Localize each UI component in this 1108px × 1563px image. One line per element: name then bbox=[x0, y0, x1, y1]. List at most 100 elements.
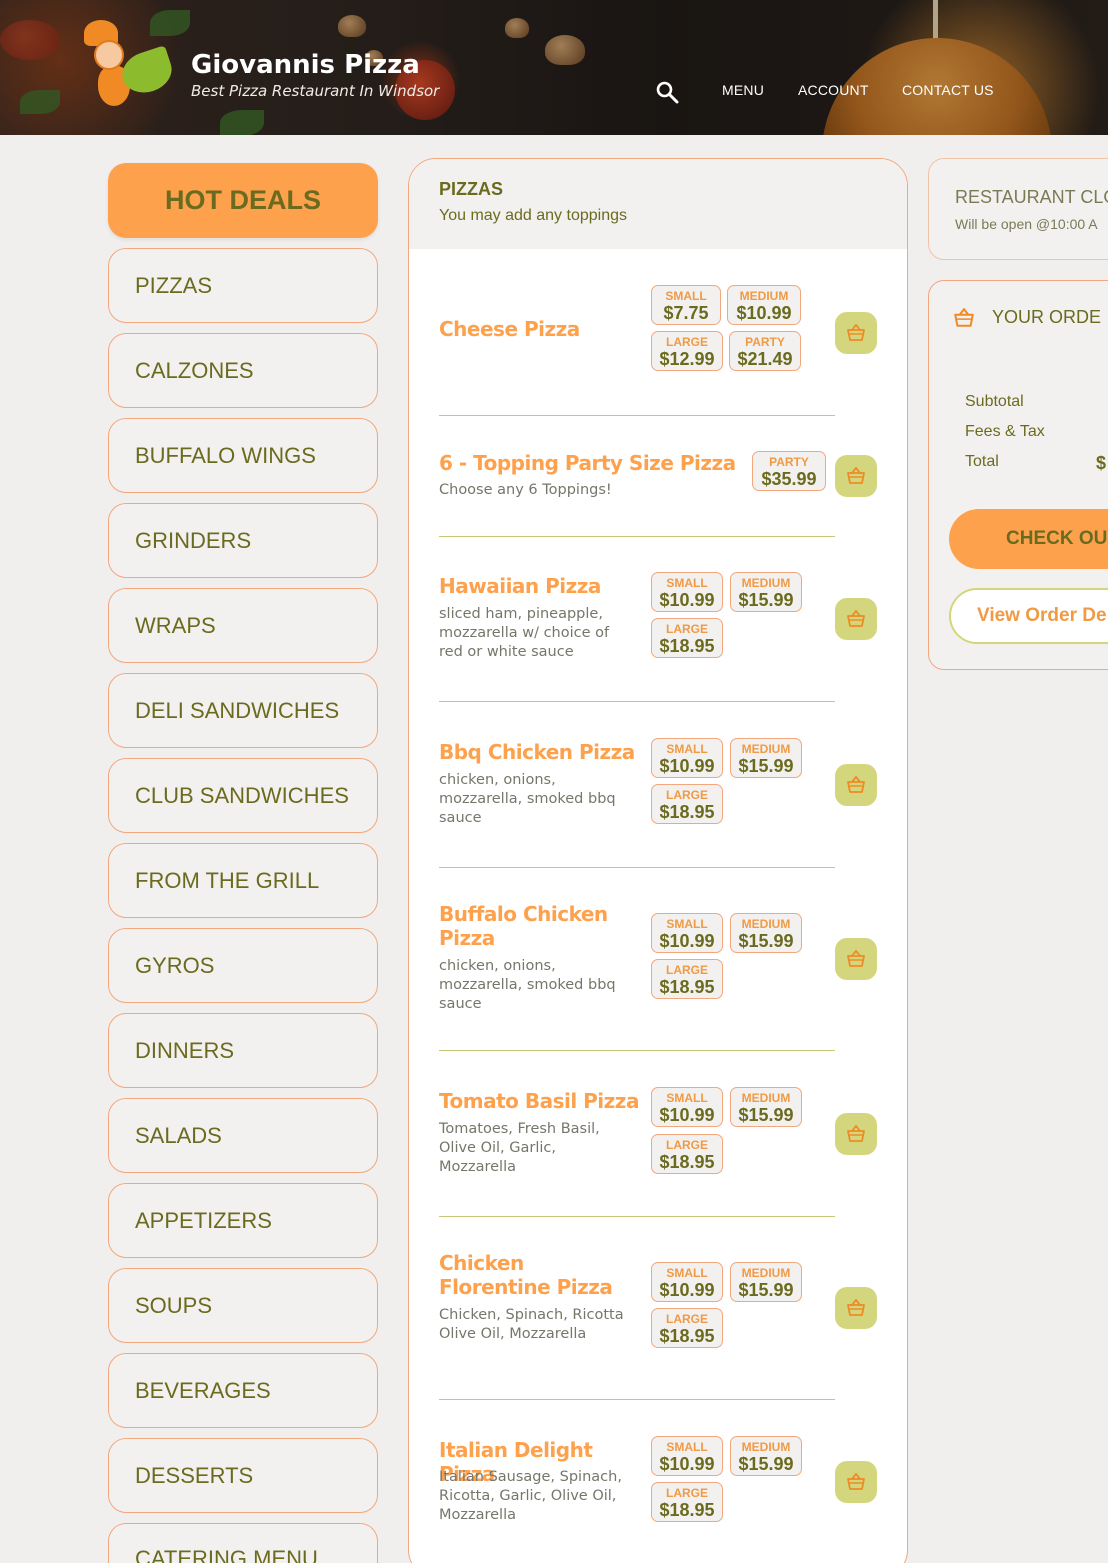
category-calzones[interactable]: CALZONES bbox=[108, 333, 378, 408]
basil-decoration bbox=[20, 90, 60, 114]
price-value: $10.99 bbox=[736, 303, 792, 323]
item-divider bbox=[439, 701, 835, 702]
price-option[interactable]: LARGE $18.95 bbox=[651, 1308, 723, 1348]
total-value: $ bbox=[1096, 453, 1107, 473]
price-value: $21.49 bbox=[737, 349, 793, 369]
category-gyros[interactable]: GYROS bbox=[108, 928, 378, 1003]
add-to-cart-button[interactable] bbox=[835, 455, 877, 497]
category-beverages[interactable]: BEVERAGES bbox=[108, 1353, 378, 1428]
view-order-details-button[interactable]: View Order De bbox=[949, 588, 1108, 644]
category-pizzas[interactable]: PIZZAS bbox=[108, 248, 378, 323]
menu-item-name[interactable]: Buffalo Chicken Pizza bbox=[439, 902, 619, 950]
price-size-label: MEDIUM bbox=[741, 1440, 791, 1454]
add-to-cart-button[interactable] bbox=[835, 1461, 877, 1503]
price-option[interactable]: SMALL $10.99 bbox=[651, 1087, 723, 1127]
basket-icon bbox=[847, 324, 865, 341]
brand-title[interactable]: Giovannis Pizza bbox=[191, 50, 420, 80]
price-size-label: LARGE bbox=[666, 1312, 708, 1326]
price-option[interactable]: PARTY $21.49 bbox=[729, 331, 801, 371]
price-size-label: SMALL bbox=[665, 289, 707, 303]
add-to-cart-button[interactable] bbox=[835, 1113, 877, 1155]
price-option[interactable]: MEDIUM $10.99 bbox=[727, 285, 801, 325]
menu-item-name[interactable]: 6 - Topping Party Size Pizza bbox=[439, 451, 749, 475]
nav-account[interactable]: ACCOUNT bbox=[798, 82, 869, 98]
category-soups[interactable]: SOUPS bbox=[108, 1268, 378, 1343]
fees-tax-label: Fees & Tax bbox=[965, 423, 1045, 440]
price-option[interactable]: SMALL $10.99 bbox=[651, 913, 723, 953]
menu-item-name[interactable]: Cheese Pizza bbox=[439, 317, 639, 341]
menu-item-name[interactable]: Bbq Chicken Pizza bbox=[439, 740, 639, 764]
price-size-label: SMALL bbox=[666, 1266, 708, 1280]
price-size-label: LARGE bbox=[666, 963, 708, 977]
nav-contact-us[interactable]: CONTACT US bbox=[902, 82, 994, 98]
price-value: $18.95 bbox=[659, 1152, 715, 1172]
price-option[interactable]: LARGE $18.95 bbox=[651, 1482, 723, 1522]
price-value: $15.99 bbox=[738, 1454, 794, 1474]
price-option[interactable]: MEDIUM $15.99 bbox=[730, 1436, 802, 1476]
category-from-the-grill[interactable]: FROM THE GRILL bbox=[108, 843, 378, 918]
basket-icon bbox=[847, 610, 865, 627]
price-value: $15.99 bbox=[738, 590, 794, 610]
item-divider bbox=[439, 1050, 835, 1051]
price-option[interactable]: MEDIUM $15.99 bbox=[730, 913, 802, 953]
menu-item-name[interactable]: Chicken Florentine Pizza bbox=[439, 1251, 629, 1299]
price-option[interactable]: LARGE $18.95 bbox=[651, 784, 723, 824]
menu-item-description: chicken, onions, mozzarella, smoked bbq … bbox=[439, 772, 616, 826]
checkout-button[interactable]: CHECK OU bbox=[949, 509, 1108, 569]
category-desserts[interactable]: DESSERTS bbox=[108, 1438, 378, 1513]
category-hot-deals[interactable]: HOT DEALS bbox=[108, 163, 378, 238]
category-wraps[interactable]: WRAPS bbox=[108, 588, 378, 663]
price-value: $15.99 bbox=[738, 756, 794, 776]
price-option[interactable]: LARGE $18.95 bbox=[651, 618, 723, 658]
menu-item-name[interactable]: Hawaiian Pizza bbox=[439, 574, 639, 598]
menu-item-name[interactable]: Tomato Basil Pizza bbox=[439, 1089, 639, 1113]
price-option[interactable]: LARGE $18.95 bbox=[651, 1134, 723, 1174]
price-size-label: SMALL bbox=[666, 742, 708, 756]
category-grinders[interactable]: GRINDERS bbox=[108, 503, 378, 578]
price-value: $18.95 bbox=[659, 1500, 715, 1520]
menu-item-description: Italian Sausage, Spinach, Ricotta, Garli… bbox=[439, 1469, 622, 1523]
price-option[interactable]: SMALL $10.99 bbox=[651, 738, 723, 778]
price-option[interactable]: SMALL $7.75 bbox=[651, 285, 721, 325]
price-value: $10.99 bbox=[659, 1105, 715, 1125]
price-option[interactable]: MEDIUM $15.99 bbox=[730, 1087, 802, 1127]
category-deli-sandwiches[interactable]: DELI SANDWICHES bbox=[108, 673, 378, 748]
category-dinners[interactable]: DINNERS bbox=[108, 1013, 378, 1088]
item-divider bbox=[439, 1399, 835, 1400]
price-option[interactable]: LARGE $12.99 bbox=[651, 331, 723, 371]
price-size-label: PARTY bbox=[745, 335, 785, 349]
menu-section-header: PIZZAS You may add any toppings bbox=[409, 159, 907, 249]
menu-item-description: Choose any 6 Toppings! bbox=[439, 482, 612, 498]
basket-icon bbox=[847, 1299, 865, 1316]
price-option[interactable]: LARGE $18.95 bbox=[651, 959, 723, 999]
add-to-cart-button[interactable] bbox=[835, 312, 877, 354]
basket-icon bbox=[847, 1125, 865, 1142]
category-salads[interactable]: SALADS bbox=[108, 1098, 378, 1173]
price-value: $18.95 bbox=[659, 636, 715, 656]
menu-item-description: Tomatoes, Fresh Basil, Olive Oil, Garlic… bbox=[439, 1121, 600, 1175]
status-subtitle: Will be open @10:00 A bbox=[955, 216, 1098, 232]
add-to-cart-button[interactable] bbox=[835, 598, 877, 640]
price-option[interactable]: PARTY $35.99 bbox=[752, 451, 826, 491]
add-to-cart-button[interactable] bbox=[835, 764, 877, 806]
category-buffalo-wings[interactable]: BUFFALO WINGS bbox=[108, 418, 378, 493]
price-value: $15.99 bbox=[738, 1280, 794, 1300]
price-option[interactable]: SMALL $10.99 bbox=[651, 1262, 723, 1302]
price-value: $10.99 bbox=[659, 756, 715, 776]
restaurant-logo[interactable] bbox=[78, 18, 177, 110]
nav-menu[interactable]: MENU bbox=[722, 82, 764, 98]
add-to-cart-button[interactable] bbox=[835, 938, 877, 980]
price-option[interactable]: MEDIUM $15.99 bbox=[730, 1262, 802, 1302]
category-appetizers[interactable]: APPETIZERS bbox=[108, 1183, 378, 1258]
search-icon[interactable] bbox=[655, 80, 679, 104]
order-title: YOUR ORDE bbox=[992, 307, 1102, 327]
subtotal-label: Subtotal bbox=[965, 393, 1024, 410]
price-option[interactable]: MEDIUM $15.99 bbox=[730, 738, 802, 778]
price-option[interactable]: SMALL $10.99 bbox=[651, 572, 723, 612]
price-option[interactable]: SMALL $10.99 bbox=[651, 1436, 723, 1476]
add-to-cart-button[interactable] bbox=[835, 1287, 877, 1329]
price-value: $18.95 bbox=[659, 1326, 715, 1346]
category-catering-menu[interactable]: CATERING MENU bbox=[108, 1523, 378, 1563]
category-club-sandwiches[interactable]: CLUB SANDWICHES bbox=[108, 758, 378, 833]
price-option[interactable]: MEDIUM $15.99 bbox=[730, 572, 802, 612]
